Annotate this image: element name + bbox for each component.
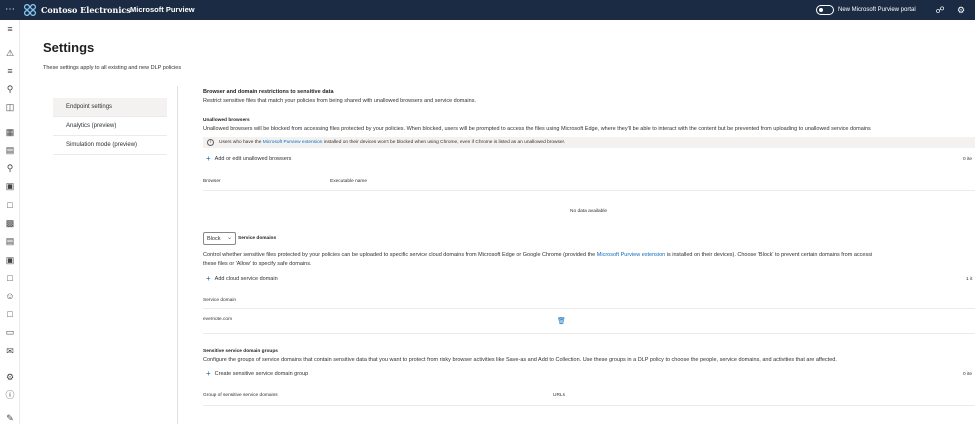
plus-icon: + bbox=[206, 154, 211, 163]
column-header-urls[interactable]: URLs bbox=[553, 392, 565, 399]
unallowed-browsers-description: Unallowed browsers will be blocked from … bbox=[203, 126, 871, 132]
chevron-down-icon: ⌄ bbox=[227, 235, 233, 241]
toggle-knob bbox=[819, 8, 823, 12]
info-message-text: Users who have the Microsoft Purview ext… bbox=[219, 139, 565, 146]
chat-icon[interactable]: ▣ bbox=[4, 180, 16, 192]
waffle-icon[interactable]: ⋯ bbox=[4, 4, 16, 16]
create-sensitive-group-label: Create sensitive service domain group bbox=[214, 371, 309, 377]
settings-nav-item-endpoint[interactable]: Endpoint settings bbox=[53, 98, 167, 117]
contoso-logo bbox=[23, 3, 37, 17]
endpoint-settings-content: Browser and domain restrictions to sensi… bbox=[203, 86, 975, 424]
page-title: Settings bbox=[43, 40, 95, 55]
page-subtitle: These settings apply to all existing and… bbox=[43, 65, 182, 71]
plus-icon: + bbox=[206, 274, 211, 283]
settings-nav-item-simulation[interactable]: Simulation mode (preview) bbox=[53, 136, 167, 155]
left-rail: ≡ ⚠ ≡ ⚲ ◫ ▦ ▤ ⚲ ▣ □ ▩ ▤ ▣ □ ☺ □ ▭ ✉ ⚙ ⓘ … bbox=[0, 20, 20, 424]
service-domain-mode-dropdown[interactable]: Block ⌄ bbox=[203, 232, 236, 245]
new-portal-toggle-label: New Microsoft Purview portal bbox=[838, 7, 916, 13]
service-domains-description: Control whether sensitive files protecte… bbox=[203, 251, 872, 259]
document-icon[interactable]: □ bbox=[4, 199, 16, 211]
info-message-prefix: Users who have the bbox=[219, 140, 263, 145]
edit-icon[interactable]: ✎ bbox=[4, 412, 16, 424]
add-unallowed-browsers-button[interactable]: + Add or edit unallowed browsers bbox=[206, 155, 291, 163]
column-header-browser[interactable]: Browser bbox=[203, 178, 221, 185]
service-domain-row[interactable]: evernote.com bbox=[203, 316, 232, 323]
service-domains-description-prefix: Control whether sensitive files protecte… bbox=[203, 252, 597, 258]
nav-divider bbox=[177, 86, 178, 424]
create-sensitive-group-button[interactable]: + Create sensitive service domain group bbox=[206, 370, 308, 378]
dropdown-value: Block bbox=[207, 236, 221, 242]
purview-extension-link[interactable]: Microsoft Purview extension bbox=[597, 252, 665, 258]
building-icon[interactable]: ▩ bbox=[4, 217, 16, 229]
column-header-service-domain[interactable]: Service domain bbox=[203, 297, 236, 304]
person-icon[interactable]: ☺ bbox=[4, 290, 16, 302]
info-icon[interactable]: ⓘ bbox=[4, 389, 16, 401]
divider bbox=[203, 333, 975, 334]
service-domains-description-suffix: is installed on their devices). Choose '… bbox=[665, 252, 873, 258]
divider bbox=[203, 405, 975, 406]
add-unallowed-browsers-label: Add or edit unallowed browsers bbox=[214, 156, 292, 162]
sensitive-groups-count: 0 ite bbox=[963, 372, 973, 377]
service-domains-description-line2: these files or 'Allow' to specify safe d… bbox=[203, 261, 312, 267]
inbox-icon[interactable]: ◫ bbox=[4, 101, 16, 113]
info-message-bar: i Users who have the Microsoft Purview e… bbox=[203, 137, 975, 148]
search-icon[interactable]: ⚲ bbox=[4, 162, 16, 174]
sensitive-groups-description: Configure the groups of service domains … bbox=[203, 357, 837, 363]
info-icon: i bbox=[207, 139, 214, 146]
settings-nav: Endpoint settings Analytics (preview) Si… bbox=[53, 98, 167, 155]
document-search-icon[interactable]: □ bbox=[4, 272, 16, 284]
divider bbox=[203, 190, 975, 191]
share-icon[interactable]: ☍ bbox=[934, 4, 946, 16]
new-portal-toggle[interactable] bbox=[816, 5, 834, 15]
delete-icon[interactable]: 🗑 bbox=[557, 317, 566, 326]
column-header-group[interactable]: Group of sensitive service domains bbox=[203, 392, 278, 399]
report-icon[interactable]: ▤ bbox=[4, 144, 16, 156]
plus-icon: + bbox=[206, 369, 211, 378]
trash-icon[interactable]: ▭ bbox=[4, 326, 16, 338]
unallowed-browsers-count: 0 ite bbox=[963, 157, 973, 162]
column-header-executable-name[interactable]: Executable name bbox=[330, 178, 367, 185]
mail-icon[interactable]: ✉ bbox=[4, 345, 16, 357]
divider bbox=[203, 308, 975, 309]
service-domains-title: Service domains bbox=[238, 236, 277, 241]
service-domains-count: 1 it bbox=[966, 277, 973, 282]
document-lock-icon[interactable]: □ bbox=[4, 308, 16, 320]
browser-section-description: Restrict sensitive files that match your… bbox=[203, 98, 476, 104]
settings-nav-item-analytics[interactable]: Analytics (preview) bbox=[53, 117, 167, 136]
browser-section-title: Browser and domain restrictions to sensi… bbox=[203, 89, 334, 95]
alert-icon[interactable]: ⚠ bbox=[4, 47, 16, 59]
add-cloud-service-domain-label: Add cloud service domain bbox=[214, 276, 278, 282]
unallowed-browsers-title: Unallowed browsers bbox=[203, 118, 250, 123]
search-icon[interactable]: ⚲ bbox=[4, 83, 16, 95]
purview-extension-link[interactable]: Microsoft Purview extension bbox=[263, 140, 323, 145]
org-name[interactable]: Contoso Electronics bbox=[41, 4, 131, 16]
grid-icon[interactable]: ▦ bbox=[4, 126, 16, 138]
archive-icon[interactable]: ▤ bbox=[4, 235, 16, 247]
gear-icon[interactable]: ⚙ bbox=[955, 4, 967, 16]
settings-icon[interactable]: ⚙ bbox=[4, 371, 16, 383]
lock-icon[interactable]: ▣ bbox=[4, 254, 16, 266]
sensitive-groups-title: Sensitive service domain groups bbox=[203, 349, 278, 354]
empty-state-text: No data available bbox=[570, 209, 608, 214]
app-name[interactable]: Microsoft Purview bbox=[130, 4, 195, 16]
hamburger-icon[interactable]: ≡ bbox=[4, 23, 16, 35]
policy-icon[interactable]: ≡ bbox=[4, 65, 16, 77]
top-bar: ⋯ Contoso Electronics Microsoft Purview … bbox=[0, 0, 975, 20]
add-cloud-service-domain-button[interactable]: + Add cloud service domain bbox=[206, 275, 278, 283]
info-message-suffix: installed on their devices won't be bloc… bbox=[322, 140, 566, 145]
